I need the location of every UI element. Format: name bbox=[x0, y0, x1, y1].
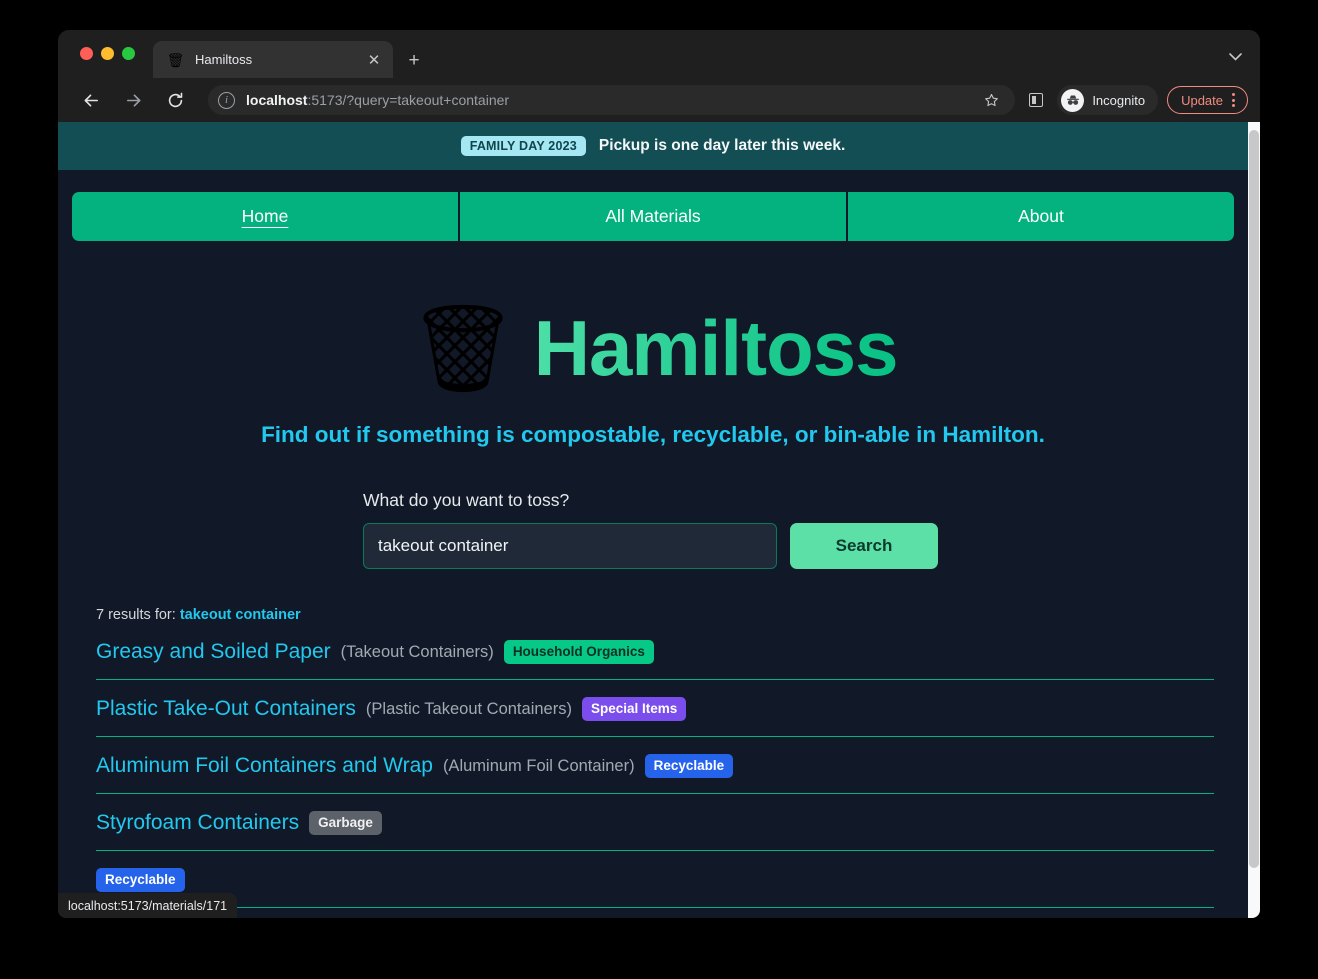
nav-item-all-materials-label: All Materials bbox=[605, 206, 701, 226]
browser-window: 🗑 Hamiltoss ✕ + i localhost:5173/?query=… bbox=[58, 30, 1260, 918]
nav-item-about[interactable]: About bbox=[846, 192, 1234, 241]
address-bar[interactable]: i localhost:5173/?query=takeout+containe… bbox=[208, 85, 1016, 115]
chevron-down-icon[interactable] bbox=[1226, 50, 1244, 64]
close-window-button[interactable] bbox=[80, 47, 93, 60]
result-row[interactable]: Recyclable bbox=[96, 868, 1214, 908]
result-name[interactable]: Plastic Take-Out Containers bbox=[96, 697, 356, 721]
incognito-profile-button[interactable]: Incognito bbox=[1057, 85, 1159, 115]
incognito-label: Incognito bbox=[1092, 92, 1146, 108]
search-input[interactable] bbox=[363, 523, 777, 569]
search-button[interactable]: Search bbox=[790, 523, 938, 569]
browser-tab-strip: 🗑 Hamiltoss ✕ + bbox=[58, 30, 1260, 78]
close-tab-icon[interactable]: ✕ bbox=[363, 49, 385, 71]
search-label: What do you want to toss? bbox=[363, 490, 570, 510]
page-scrollbar[interactable] bbox=[1248, 122, 1260, 918]
hero-header: 🗑 Hamiltoss bbox=[58, 303, 1248, 394]
tab-title: Hamiltoss bbox=[195, 52, 253, 67]
page-tagline: Find out if something is compostable, re… bbox=[261, 422, 1045, 447]
result-row[interactable]: Plastic Take-Out Containers (Plastic Tak… bbox=[96, 697, 1214, 737]
page-scrollbar-thumb[interactable] bbox=[1249, 130, 1259, 868]
search-results: 7 results for: takeout container Greasy … bbox=[96, 607, 1214, 908]
results-count: 7 results for: bbox=[96, 607, 180, 623]
nav-item-all-materials[interactable]: All Materials bbox=[458, 192, 846, 241]
trash-can-icon: 🗑 bbox=[166, 51, 185, 68]
window-controls bbox=[80, 47, 135, 60]
page-title: Hamiltoss bbox=[533, 304, 899, 392]
result-alias: (Aluminum Foil Container) bbox=[442, 756, 635, 775]
nav-item-home-label: Home bbox=[241, 206, 289, 226]
result-category-badge: Recyclable bbox=[96, 868, 185, 892]
browser-toolbar: i localhost:5173/?query=takeout+containe… bbox=[58, 78, 1260, 122]
browser-menu-icon[interactable] bbox=[1223, 87, 1243, 113]
search-form: What do you want to toss? Search bbox=[363, 490, 1248, 569]
result-category-badge: Garbage bbox=[309, 811, 382, 835]
announcement-banner: FAMILY DAY 2023 Pickup is one day later … bbox=[58, 122, 1248, 170]
result-name[interactable]: Styrofoam Containers bbox=[96, 811, 299, 835]
wastebasket-logo-icon: 🗑 bbox=[408, 300, 518, 397]
new-tab-button[interactable]: + bbox=[401, 48, 427, 74]
result-category-badge: Special Items bbox=[581, 697, 687, 721]
announcement-message: Pickup is one day later this week. bbox=[598, 137, 846, 154]
address-host: localhost bbox=[246, 92, 308, 108]
result-name[interactable]: Greasy and Soiled Paper bbox=[96, 640, 331, 664]
update-label: Update bbox=[1181, 92, 1223, 108]
site-navigation: Home All Materials About bbox=[72, 192, 1234, 241]
hamiltoss-page: FAMILY DAY 2023 Pickup is one day later … bbox=[58, 122, 1248, 918]
nav-item-home[interactable]: Home bbox=[72, 192, 458, 241]
nav-item-about-label: About bbox=[1018, 206, 1064, 226]
result-alias: (Plastic Takeout Containers) bbox=[365, 699, 572, 718]
result-category-badge: Recyclable bbox=[644, 754, 734, 778]
update-button[interactable]: Update bbox=[1167, 86, 1248, 114]
incognito-avatar-icon bbox=[1061, 88, 1085, 112]
search-row: Search bbox=[363, 523, 1248, 569]
result-alias: (Takeout Containers) bbox=[340, 642, 494, 661]
announcement-badge: FAMILY DAY 2023 bbox=[460, 136, 586, 156]
minimize-window-button[interactable] bbox=[101, 47, 114, 60]
address-path: :5173/?query=takeout+container bbox=[307, 92, 510, 108]
page-viewport: FAMILY DAY 2023 Pickup is one day later … bbox=[58, 122, 1260, 918]
back-icon[interactable] bbox=[76, 85, 106, 115]
result-category-badge: Household Organics bbox=[503, 640, 654, 664]
address-bar-url: localhost:5173/?query=takeout+container bbox=[246, 92, 509, 108]
result-name[interactable]: Aluminum Foil Containers and Wrap bbox=[96, 754, 433, 778]
result-row[interactable]: Greasy and Soiled Paper (Takeout Contain… bbox=[96, 640, 1214, 680]
results-query: takeout container bbox=[179, 607, 301, 623]
result-row[interactable]: Aluminum Foil Containers and Wrap (Alumi… bbox=[96, 754, 1214, 794]
result-row[interactable]: Styrofoam Containers Garbage bbox=[96, 811, 1214, 851]
browser-tab-hamiltoss[interactable]: 🗑 Hamiltoss ✕ bbox=[153, 41, 393, 78]
reload-icon[interactable] bbox=[160, 85, 190, 115]
side-panel-icon[interactable] bbox=[1023, 85, 1049, 115]
maximize-window-button[interactable] bbox=[122, 47, 135, 60]
results-summary: 7 results for: takeout container bbox=[96, 607, 1214, 623]
link-status-bubble: localhost:5173/materials/171 bbox=[58, 893, 238, 918]
forward-icon[interactable] bbox=[118, 85, 148, 115]
info-icon[interactable]: i bbox=[218, 91, 235, 109]
bookmark-star-icon[interactable] bbox=[979, 88, 1003, 112]
